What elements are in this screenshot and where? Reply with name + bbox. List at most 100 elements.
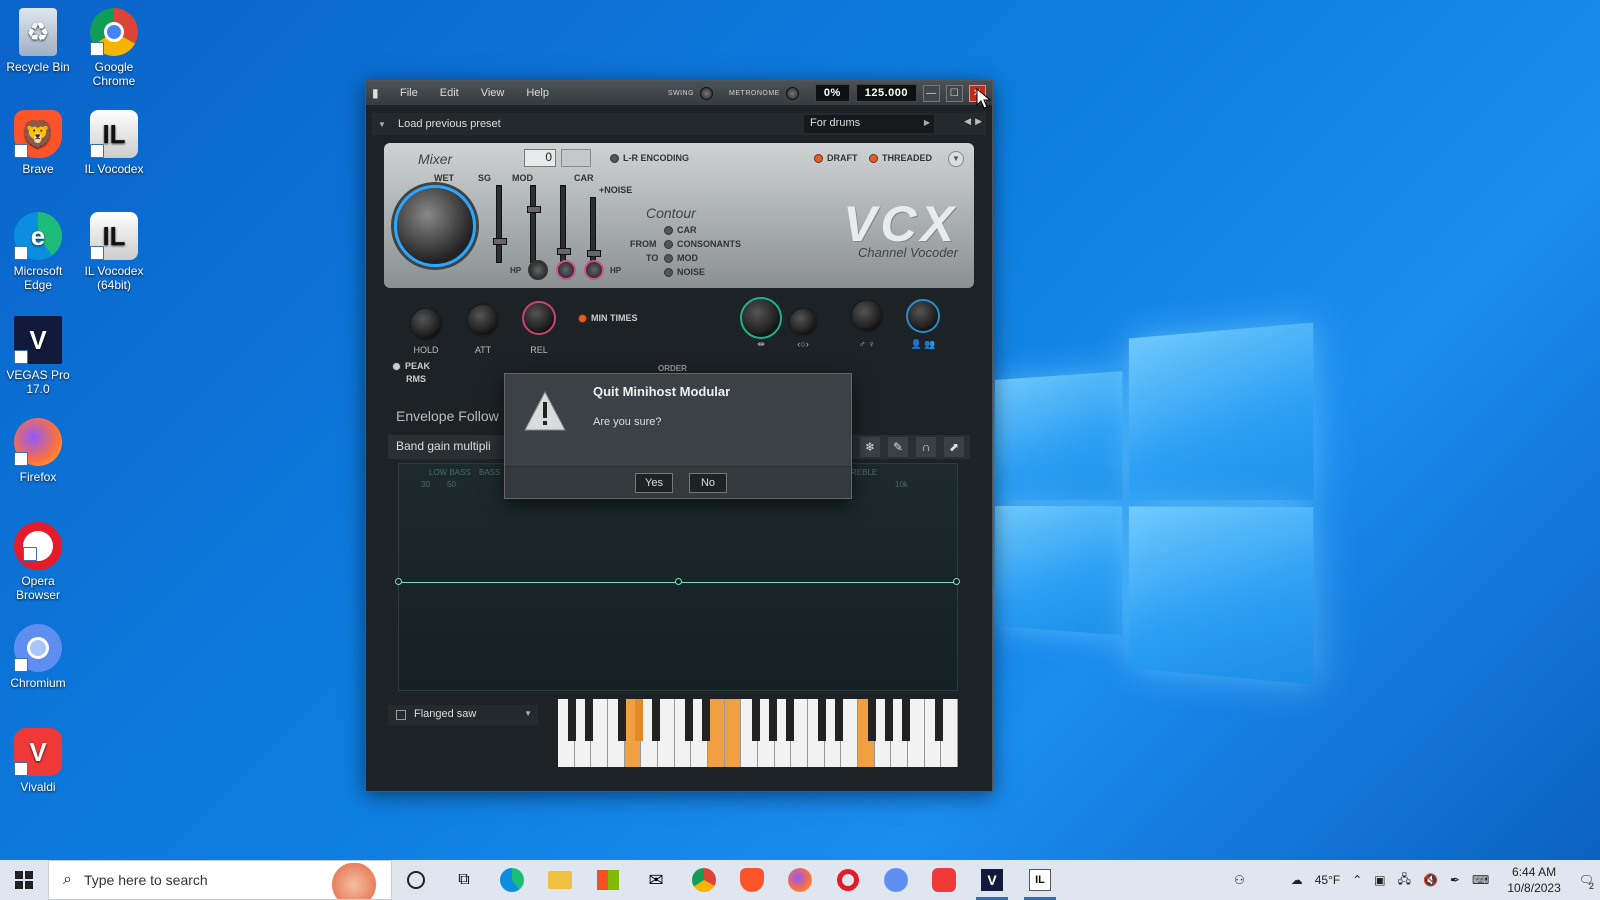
minimize-button[interactable]: — bbox=[923, 84, 940, 102]
swing-knob[interactable] bbox=[700, 86, 714, 100]
formant-knob[interactable] bbox=[740, 297, 782, 339]
arrow-icon[interactable]: ⬈ bbox=[944, 437, 964, 457]
desktop-icon-brave[interactable]: 🦁 Brave bbox=[0, 110, 76, 176]
meet-now-icon[interactable]: ▣ bbox=[1374, 873, 1385, 887]
preset-dropdown-icon[interactable]: ▼ bbox=[378, 120, 392, 129]
instrument-select[interactable]: Flanged saw ▼ bbox=[388, 705, 538, 725]
mixer-value-field[interactable]: 0 bbox=[524, 149, 556, 167]
draft-toggle[interactable]: DRAFT bbox=[814, 153, 858, 164]
clock[interactable]: 6:44 AM 10/8/2023 bbox=[1507, 864, 1560, 896]
desktop-icon-firefox[interactable]: Firefox bbox=[0, 418, 76, 484]
piano-keyboard[interactable] bbox=[558, 699, 959, 767]
taskbar-chromium[interactable] bbox=[872, 860, 920, 900]
desktop-icon-opera[interactable]: Opera Browser bbox=[0, 522, 76, 602]
desktop-icon-vegas-pro[interactable]: V VEGAS Pro 17.0 bbox=[0, 316, 76, 396]
hp-noise-knob[interactable] bbox=[584, 260, 604, 280]
people-icon[interactable]: ⚇ bbox=[1234, 873, 1245, 887]
taskbar-firefox[interactable] bbox=[776, 860, 824, 900]
contour-option-car[interactable]: CAR bbox=[664, 225, 697, 236]
taskbar-vegas[interactable]: V bbox=[968, 860, 1016, 900]
dialog-message: Are you sure? bbox=[593, 416, 662, 428]
hp-car-knob[interactable] bbox=[556, 260, 576, 280]
car-label: CAR bbox=[574, 173, 594, 183]
taskbar-file-explorer[interactable] bbox=[536, 860, 584, 900]
taskbar-search-box[interactable]: ⌕ Type here to search bbox=[48, 860, 392, 900]
load-previous-preset[interactable]: Load previous preset bbox=[398, 118, 501, 130]
stereo-knob[interactable] bbox=[788, 307, 818, 337]
menu-file[interactable]: File bbox=[400, 87, 418, 99]
mixer-secondary-field[interactable] bbox=[561, 149, 591, 167]
lr-encoding-toggle[interactable]: L-R ENCODING bbox=[610, 153, 689, 164]
desktop-icon-vivaldi[interactable]: V Vivaldi bbox=[0, 728, 76, 794]
opera-icon bbox=[837, 869, 859, 891]
contour-option-noise[interactable]: NOISE bbox=[664, 267, 705, 278]
desktop-icon-chromium[interactable]: Chromium bbox=[0, 624, 76, 690]
car-fader[interactable] bbox=[557, 185, 571, 263]
chevron-up-icon[interactable]: ⌃ bbox=[1352, 873, 1362, 887]
contour-option-mod[interactable]: MOD bbox=[664, 253, 698, 264]
folder-icon bbox=[548, 871, 572, 889]
rel-knob[interactable] bbox=[522, 301, 556, 335]
min-times-toggle[interactable]: MIN TIMES bbox=[578, 313, 638, 324]
instrument-toggle-icon[interactable] bbox=[396, 710, 406, 720]
wet-knob[interactable] bbox=[394, 185, 476, 267]
prev-preset-icon[interactable]: ◀ bbox=[964, 116, 971, 127]
snowflake-icon[interactable]: ❄ bbox=[860, 437, 880, 457]
settings-dropdown-icon[interactable]: ▼ bbox=[948, 151, 964, 167]
start-button[interactable] bbox=[0, 860, 48, 900]
contour-option-consonants[interactable]: CONSONANTS bbox=[664, 239, 741, 250]
preset-select[interactable]: For drums ▶ bbox=[804, 115, 934, 133]
weather-temp[interactable]: 45°F bbox=[1315, 873, 1340, 887]
pen-icon[interactable]: ✒ bbox=[1450, 873, 1460, 887]
taskbar-il-vocodex[interactable]: IL bbox=[1016, 860, 1064, 900]
band-label-treble: REBLE bbox=[851, 468, 878, 477]
desktop-icon-il-vocodex[interactable]: IL IL Vocodex bbox=[76, 110, 152, 176]
threaded-toggle[interactable]: THREADED bbox=[869, 153, 932, 164]
from-label: FROM bbox=[630, 239, 657, 249]
magnet-icon[interactable]: ∩ bbox=[916, 437, 936, 457]
maximize-button[interactable]: ☐ bbox=[946, 84, 963, 102]
percent-display[interactable]: 0% bbox=[814, 84, 850, 102]
taskbar-edge[interactable] bbox=[488, 860, 536, 900]
band-point-start[interactable] bbox=[395, 578, 402, 585]
peak-toggle[interactable]: PEAK bbox=[392, 361, 430, 372]
desktop-icon-il-vocodex-64bit[interactable]: IL IL Vocodex (64bit) bbox=[76, 212, 152, 292]
taskbar-store[interactable] bbox=[584, 860, 632, 900]
taskbar-vivaldi[interactable] bbox=[920, 860, 968, 900]
no-button[interactable]: No bbox=[689, 473, 727, 493]
menu-view[interactable]: View bbox=[481, 87, 505, 99]
next-preset-icon[interactable]: ▶ bbox=[975, 116, 982, 127]
metronome-knob[interactable] bbox=[785, 86, 799, 100]
volume-icon[interactable]: 🔇 bbox=[1423, 873, 1438, 887]
taskbar-mail[interactable]: ✉ bbox=[632, 860, 680, 900]
band-point-middle[interactable] bbox=[675, 578, 682, 585]
notification-icon[interactable]: 🗨 2 bbox=[1579, 873, 1594, 891]
menu-help[interactable]: Help bbox=[526, 87, 549, 99]
yes-button[interactable]: Yes bbox=[635, 473, 673, 493]
search-highlight-image bbox=[325, 863, 383, 899]
windows-start-icon bbox=[15, 871, 33, 889]
cortana-button[interactable] bbox=[392, 860, 440, 900]
tempo-display[interactable]: 125.000 bbox=[855, 84, 917, 102]
desktop-icon-microsoft-edge[interactable]: e Microsoft Edge bbox=[0, 212, 76, 292]
pencil-icon[interactable]: ✎ bbox=[888, 437, 908, 457]
menu-edit[interactable]: Edit bbox=[440, 87, 459, 99]
keyboard-icon[interactable]: ⌨ bbox=[1472, 873, 1489, 887]
taskbar-chrome[interactable] bbox=[680, 860, 728, 900]
task-view-button[interactable]: ⧉ bbox=[440, 860, 488, 900]
mod-fader[interactable] bbox=[527, 185, 541, 263]
att-knob[interactable] bbox=[466, 303, 500, 337]
taskbar-opera[interactable] bbox=[824, 860, 872, 900]
desktop-icon-google-chrome[interactable]: Google Chrome bbox=[76, 8, 152, 88]
gender-knob[interactable] bbox=[850, 299, 884, 333]
unison-knob[interactable] bbox=[906, 299, 940, 333]
desktop-icon-recycle-bin[interactable]: ♻ Recycle Bin bbox=[0, 8, 76, 74]
hp-mod-knob[interactable] bbox=[528, 260, 548, 280]
weather-icon[interactable]: ☁ bbox=[1291, 873, 1303, 887]
band-point-end[interactable] bbox=[953, 578, 960, 585]
hold-knob[interactable] bbox=[409, 307, 443, 341]
network-icon[interactable]: 🖧 bbox=[1398, 870, 1411, 891]
band-gain-label: Band gain multipli bbox=[396, 439, 491, 453]
sg-fader[interactable] bbox=[493, 185, 507, 263]
taskbar-brave[interactable] bbox=[728, 860, 776, 900]
